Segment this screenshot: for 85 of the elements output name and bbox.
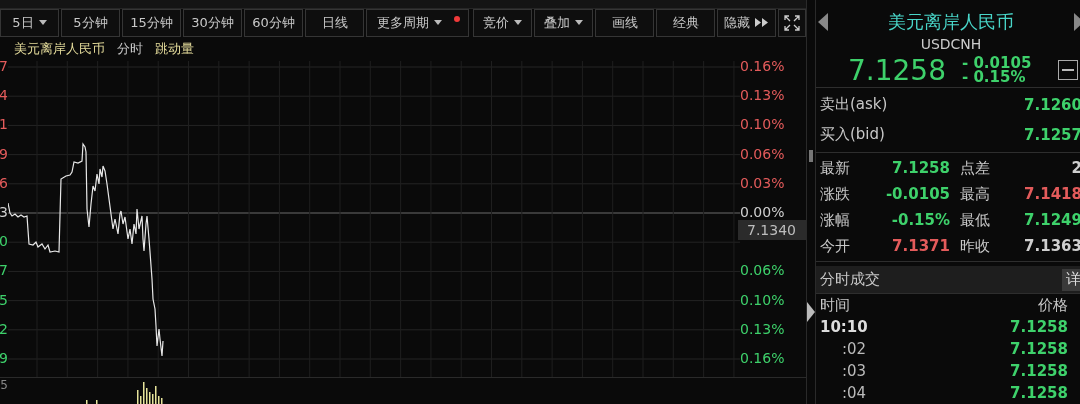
toolbar-button[interactable]: 30分钟: [183, 8, 242, 37]
axis-label: 0.00%: [740, 202, 786, 222]
toolbar-button[interactable]: 画线: [595, 8, 654, 37]
toolbar-button[interactable]: 5分钟: [61, 8, 120, 37]
axis-label: 2: [0, 319, 8, 339]
price-tag: 7.1340: [738, 220, 806, 240]
column-header: 价格: [1038, 296, 1068, 316]
trade-price: 7.1258: [1010, 339, 1068, 360]
toolbar-button[interactable]: 5日: [0, 8, 59, 37]
axis-label: 0.03%: [740, 173, 786, 193]
axis-label: 3: [0, 202, 8, 222]
stat-label: 今开: [820, 235, 851, 257]
stat-label: 昨收: [959, 235, 991, 257]
caret-icon: [575, 20, 583, 26]
axis-label: 7: [0, 57, 8, 76]
stat-label: 涨幅: [820, 209, 851, 231]
price-change: - 0.0105: [962, 56, 1032, 71]
stat-value: 7.1258: [891, 157, 950, 179]
quote-label: 卖出(ask): [820, 95, 888, 115]
trade-time: 10:10: [820, 317, 868, 338]
axis-label: 0.16%: [740, 57, 786, 76]
axis-label: 9: [0, 144, 8, 164]
expand-arrow-icon[interactable]: [807, 302, 815, 322]
axis-label: 0.10%: [740, 115, 786, 135]
caret-icon: [38, 20, 47, 26]
toolbar-button[interactable]: 经典: [656, 8, 715, 37]
stat-value: 2: [1070, 157, 1080, 179]
collapse-button[interactable]: [1058, 60, 1078, 81]
trade-price: 7.1258: [1010, 383, 1068, 404]
legend-label: 美元离岸人民币: [14, 39, 105, 58]
drag-handle-icon[interactable]: [809, 150, 813, 162]
stat-label: 最新: [820, 157, 851, 179]
toolbar-button[interactable]: 叠加: [534, 8, 593, 37]
toolbar-button[interactable]: 竞价: [473, 8, 532, 37]
legend-label: 分时: [117, 39, 143, 58]
quote-label: 买入(bid): [820, 125, 885, 145]
stat-label: 最高: [959, 183, 991, 205]
double-chevron-icon: [755, 18, 769, 28]
last-price: 7.1258: [848, 53, 946, 87]
fullscreen-button[interactable]: [778, 8, 806, 37]
fullscreen-icon: [784, 14, 800, 31]
trade-time: :02: [841, 339, 867, 360]
stat-value: 7.1363: [1023, 235, 1080, 257]
axis-label: 0.13%: [740, 86, 786, 106]
legend-label: 跳动量: [155, 39, 194, 58]
instrument-name: 美元离岸人民币: [888, 9, 1014, 34]
axis-label: 5: [0, 290, 8, 310]
notification-dot: [454, 15, 460, 22]
trade-price: 7.1258: [1010, 361, 1068, 382]
instrument-code: USDCNH: [919, 35, 983, 54]
axis-label: 0.06%: [740, 261, 786, 281]
axis-label: 0.06%: [740, 144, 786, 164]
axis-label: 1: [0, 115, 8, 135]
stat-label: 点差: [959, 157, 991, 179]
axis-label: 0: [0, 232, 8, 252]
axis-label: 7: [0, 261, 8, 281]
trade-time: :03: [841, 361, 867, 382]
axis-label: 9: [0, 348, 8, 368]
minus-icon: [1062, 69, 1074, 72]
caret-icon: [514, 20, 522, 26]
previous-arrow-icon[interactable]: [818, 12, 828, 31]
toolbar-button[interactable]: 日线: [305, 8, 364, 37]
stat-value: -0.0105: [884, 183, 950, 205]
axis-label: 0.10%: [740, 290, 786, 310]
toolbar-button[interactable]: 15分钟: [122, 8, 181, 37]
axis-label: 0.13%: [740, 319, 786, 339]
section-title: 分时成交: [820, 270, 880, 290]
quote-value: 7.1257: [1024, 125, 1080, 144]
stat-label: 最低: [959, 209, 991, 231]
axis-label: 5: [0, 378, 8, 392]
percent-change: - 0.15%: [962, 70, 1027, 85]
stat-value: -0.15%: [890, 209, 950, 231]
axis-label: 4: [0, 86, 8, 106]
axis-label: 6: [0, 173, 8, 193]
caret-icon: [434, 20, 442, 26]
column-header: 时间: [820, 296, 850, 316]
toolbar-button[interactable]: 隐藏: [717, 8, 776, 37]
stat-label: 涨跌: [820, 183, 851, 205]
toolbar-button[interactable]: 60分钟: [244, 8, 303, 37]
stat-value: 7.1371: [891, 235, 950, 257]
trade-price: 7.1258: [1010, 317, 1068, 338]
toolbar-button[interactable]: 更多周期: [366, 8, 469, 37]
detail-button[interactable]: 详: [1062, 268, 1080, 291]
trade-time: :04: [841, 383, 867, 404]
axis-label: 0.16%: [740, 348, 786, 368]
